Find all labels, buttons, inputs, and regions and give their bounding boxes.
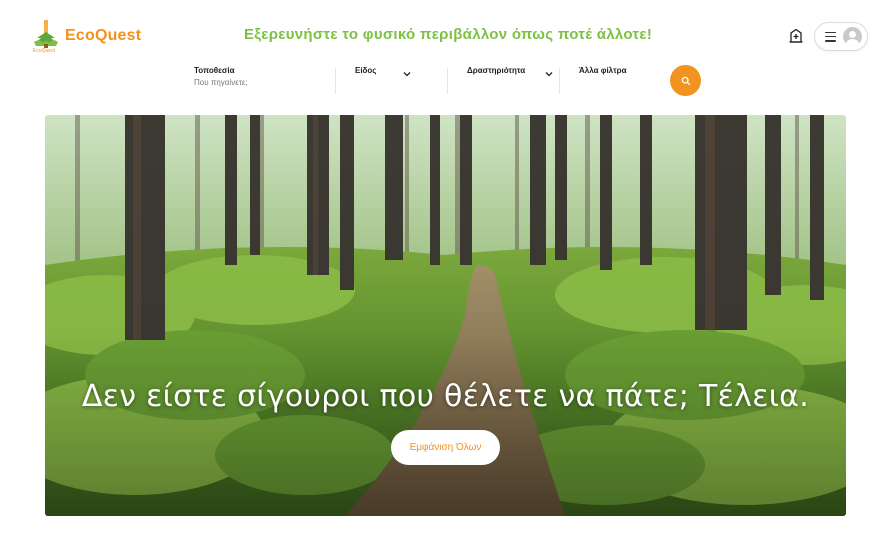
filters-label: Άλλα φίλτρα — [579, 66, 627, 75]
chevron-down-icon — [545, 72, 553, 77]
menu-icon — [825, 31, 836, 42]
logo[interactable]: EcoQuest EcoQuest — [31, 16, 141, 56]
chevron-down-icon — [403, 72, 411, 77]
hero-banner: Δεν είστε σίγουροι που θέλετε να πάτε; Τ… — [45, 115, 846, 516]
location-label: Τοποθεσία — [194, 66, 235, 75]
user-menu-button[interactable] — [814, 22, 868, 51]
location-field[interactable]: Τοποθεσία Που πηγαίνετε; — [194, 66, 334, 96]
location-placeholder: Που πηγαίνετε; — [194, 78, 248, 87]
search-divider — [447, 68, 448, 94]
search-bar: Τοποθεσία Που πηγαίνετε; Είδος Δραστηριό… — [180, 62, 710, 98]
logo-subtext: EcoQuest — [33, 48, 55, 54]
hero-title: Δεν είστε σίγουροι που θέλετε να πάτε; Τ… — [81, 379, 810, 414]
search-icon — [681, 76, 690, 85]
logo-text: EcoQuest — [65, 27, 142, 44]
search-button[interactable] — [670, 65, 701, 96]
show-all-button[interactable]: Εμφάνιση Όλων — [391, 430, 500, 465]
page-tagline: Εξερευνήστε το φυσικό περιβάλλον όπως πο… — [244, 26, 653, 43]
search-divider — [559, 68, 560, 94]
logo-tree-icon: EcoQuest — [31, 18, 61, 54]
more-filters-button[interactable]: Άλλα φίλτρα — [579, 66, 659, 96]
type-label: Είδος — [355, 66, 377, 75]
building-plus-icon[interactable] — [788, 27, 804, 43]
type-dropdown[interactable]: Είδος — [355, 66, 445, 96]
user-avatar-icon — [843, 27, 862, 46]
search-divider — [335, 68, 336, 94]
